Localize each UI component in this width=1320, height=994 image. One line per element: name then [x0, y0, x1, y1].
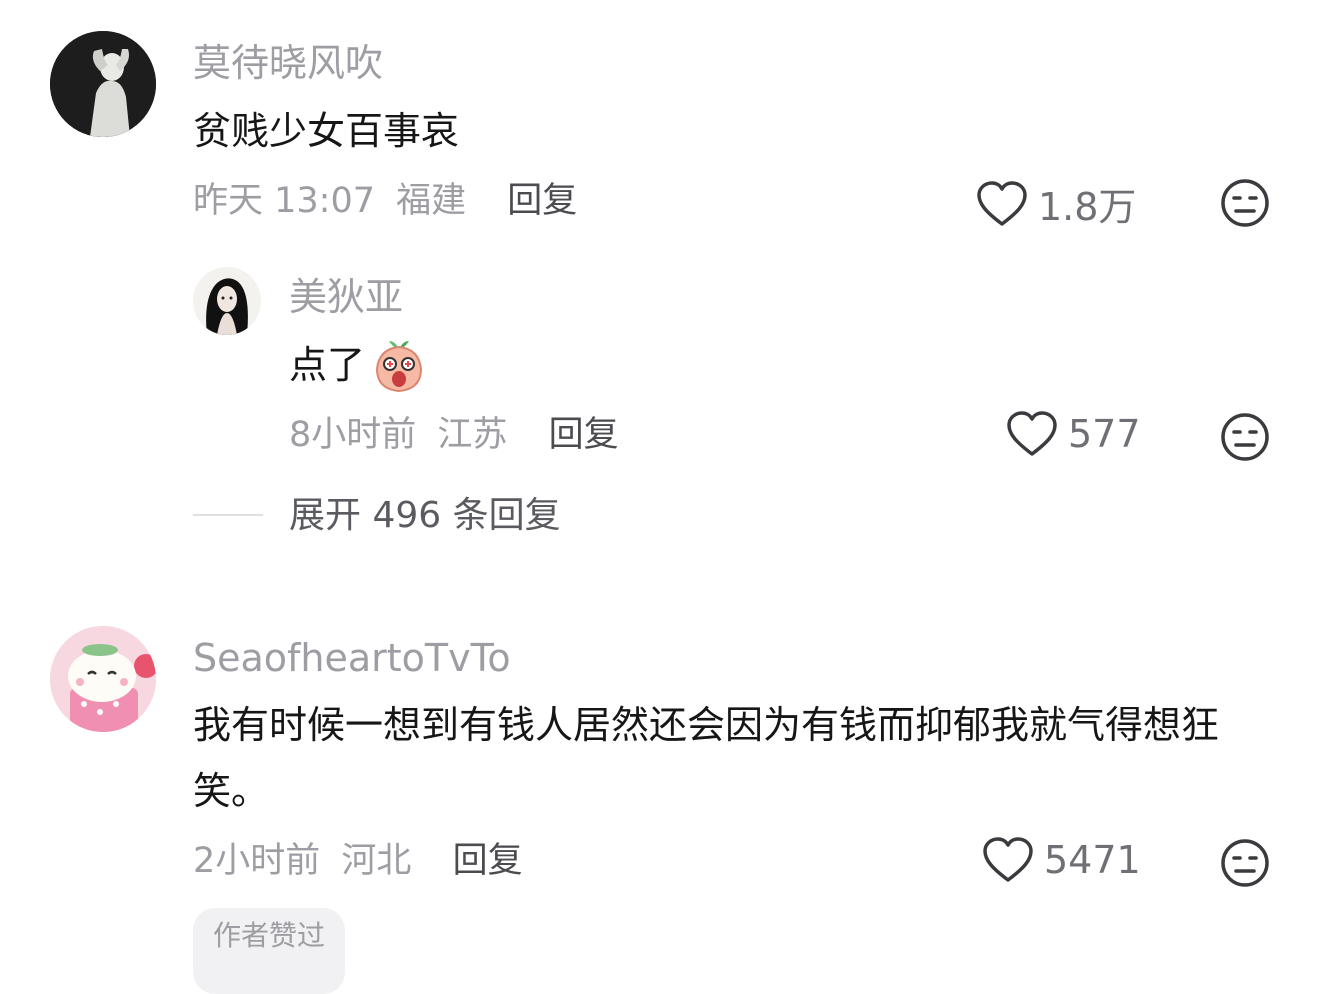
comment-location: 河北 [341, 841, 412, 881]
peach-face-emoji [376, 341, 423, 393]
heart-outline-icon [983, 837, 1033, 882]
avatar[interactable] [50, 626, 156, 732]
like-count: 5471 [1044, 838, 1141, 882]
comment-location: 福建 [396, 181, 467, 221]
dislike-button[interactable] [1220, 838, 1270, 892]
like-count: 577 [1068, 412, 1141, 456]
comment-text: 我有时候一想到有钱人居然还会因为有钱而抑郁我就气得想狂笑。 [193, 703, 1220, 813]
dislike-button[interactable] [1220, 412, 1270, 466]
avatar[interactable] [50, 31, 156, 137]
meh-face-icon [1221, 839, 1269, 887]
reply-button[interactable]: 回复 [453, 841, 523, 881]
like-button[interactable]: 577 [1006, 410, 1141, 458]
comment-meta: 昨天 13:07 福建 回复 [193, 180, 577, 222]
heart-outline-icon [977, 180, 1027, 226]
reply-button[interactable]: 回复 [507, 181, 577, 221]
meh-face-icon [1221, 179, 1269, 227]
dislike-button[interactable] [1220, 178, 1270, 232]
comment-time: 2小时前 [193, 841, 321, 881]
comment-text: 贫贱少女百事哀 [193, 109, 460, 153]
comment-location: 江苏 [437, 415, 508, 455]
comment-meta: 2小时前 河北 回复 [193, 840, 523, 882]
reply-button[interactable]: 回复 [549, 415, 619, 455]
comment-time: 昨天 13:07 [193, 181, 375, 221]
expand-divider [193, 514, 263, 516]
comment-text: 点了 [289, 332, 425, 398]
like-button[interactable]: 5471 [982, 836, 1141, 884]
avatar[interactable] [193, 267, 261, 335]
meh-face-icon [1221, 413, 1269, 461]
comment-username[interactable]: SeaofheartoTvTo [193, 636, 511, 680]
like-count: 1.8万 [1038, 185, 1137, 229]
comment-username[interactable]: 美狄亚 [289, 275, 403, 319]
comment-username[interactable]: 莫待晓风吹 [193, 41, 383, 85]
author-liked-badge: 作者赞过 [193, 908, 346, 994]
expand-replies-button[interactable]: 展开 496 条回复 [289, 494, 561, 538]
heart-outline-icon [1007, 411, 1057, 456]
comment-text-body: 点了 [289, 343, 366, 387]
comment-meta: 8小时前 江苏 回复 [289, 414, 619, 456]
comment-time: 8小时前 [289, 415, 417, 455]
like-button[interactable]: 1.8万 [976, 176, 1136, 231]
